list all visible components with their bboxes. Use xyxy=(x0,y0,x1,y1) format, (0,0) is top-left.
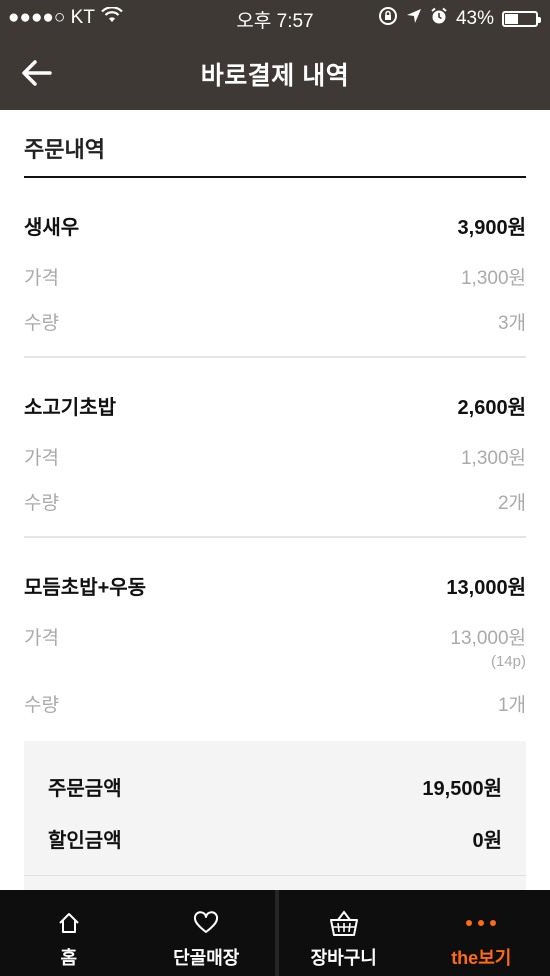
item-total: 3,900원 xyxy=(457,217,526,239)
item-name: 생새우 xyxy=(24,217,80,239)
item-price-group: 13,000원 (14p) xyxy=(450,616,526,671)
order-item: 모듬초밥+우동 13,000원 가격 13,000원 (14p) 수량 1개 xyxy=(24,538,526,738)
alarm-icon xyxy=(430,7,448,31)
summary-divider xyxy=(24,875,526,876)
item-qty-row: 수량 3개 xyxy=(24,301,526,346)
qty-label: 수량 xyxy=(24,493,59,514)
heart-icon xyxy=(193,906,219,940)
status-right: 43% xyxy=(378,6,541,32)
order-amount-label: 주문금액 xyxy=(48,778,122,800)
item-points: (14p) xyxy=(490,653,526,670)
item-name: 소고기초밥 xyxy=(24,397,116,419)
order-amount-value: 19,500원 xyxy=(422,778,502,800)
page-title: 바로결제 내역 xyxy=(200,62,350,90)
item-price-row: 가격 13,000원 (14p) xyxy=(24,616,526,683)
item-total: 2,600원 xyxy=(457,397,526,419)
tab-bar: 홈 단골매장 장바구니 the보기 xyxy=(0,890,550,976)
home-icon xyxy=(57,906,81,940)
order-item: 소고기초밥 2,600원 가격 1,300원 수량 2개 xyxy=(24,358,526,538)
more-dots-icon xyxy=(463,906,499,940)
discount-row: 할인금액 0원 xyxy=(48,824,502,853)
item-qty: 1개 xyxy=(497,695,526,716)
tab-label: 단골매장 xyxy=(173,948,240,968)
discount-value: 0원 xyxy=(472,830,502,852)
payment-summary: 주문금액 19,500원 할인금액 0원 xyxy=(24,741,526,891)
tab-home[interactable]: 홈 xyxy=(0,890,138,976)
item-name-row: 모듬초밥+우동 13,000원 xyxy=(24,538,526,616)
rotation-lock-icon xyxy=(378,6,398,32)
item-total: 13,000원 xyxy=(446,577,526,599)
battery-icon xyxy=(502,11,541,27)
nav-bar: 바로결제 내역 xyxy=(0,36,550,110)
qty-label: 수량 xyxy=(24,313,59,334)
price-label: 가격 xyxy=(24,628,59,649)
tab-cart[interactable]: 장바구니 xyxy=(275,890,413,976)
item-name-row: 소고기초밥 2,600원 xyxy=(24,358,526,436)
tab-favorite-stores[interactable]: 단골매장 xyxy=(138,890,276,976)
item-name: 모듬초밥+우동 xyxy=(24,577,147,599)
order-item: 생새우 3,900원 가격 1,300원 수량 3개 xyxy=(24,178,526,358)
order-content: 주문내역 생새우 3,900원 가격 1,300원 수량 3개 소고기초밥 2,… xyxy=(24,110,526,738)
section-title: 주문내역 xyxy=(24,110,526,178)
qty-label: 수량 xyxy=(24,695,59,716)
battery-percent: 43% xyxy=(455,8,494,29)
item-qty: 2개 xyxy=(497,493,526,514)
item-price-row: 가격 1,300원 xyxy=(24,436,526,481)
item-qty-row: 수량 2개 xyxy=(24,481,526,526)
tab-label: 장바구니 xyxy=(310,948,377,968)
tab-more[interactable]: the보기 xyxy=(413,890,550,976)
location-arrow-icon xyxy=(406,8,422,30)
price-label: 가격 xyxy=(24,448,59,469)
item-qty: 3개 xyxy=(497,313,526,334)
price-label: 가격 xyxy=(24,268,59,289)
tab-label: the보기 xyxy=(451,948,512,968)
status-bar: ●●●●○ KT 오후 7:57 43% xyxy=(0,0,550,36)
order-amount-row: 주문금액 19,500원 xyxy=(48,772,502,801)
tab-label: 홈 xyxy=(60,948,78,968)
battery-level xyxy=(505,14,518,24)
item-price: 13,000원 xyxy=(450,628,526,649)
basket-icon xyxy=(329,906,359,940)
item-price-row: 가격 1,300원 xyxy=(24,256,526,301)
discount-label: 할인금액 xyxy=(48,830,122,852)
item-name-row: 생새우 3,900원 xyxy=(24,178,526,256)
item-qty-row: 수량 1개 xyxy=(24,683,526,728)
item-price: 1,300원 xyxy=(460,448,526,469)
item-price: 1,300원 xyxy=(460,268,526,289)
